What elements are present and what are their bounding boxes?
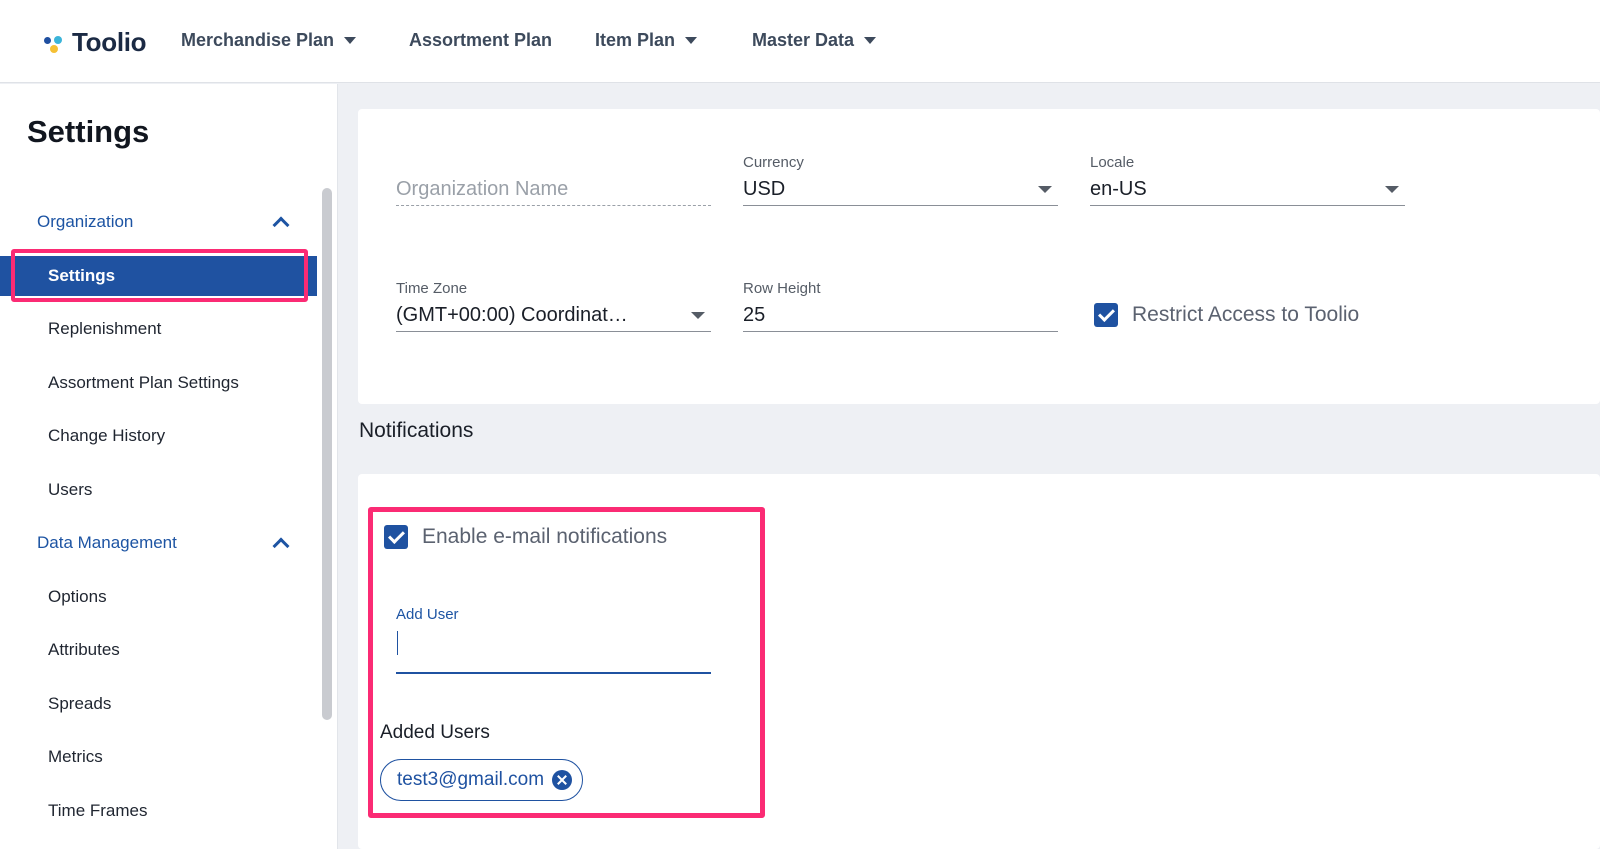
enable-email-notifications-checkbox[interactable]: Enable e-mail notifications	[384, 525, 667, 549]
sidebar-item-label: Options	[48, 587, 107, 606]
currency-label: Currency	[743, 154, 804, 171]
add-user-label: Add User	[396, 606, 459, 623]
time-zone-select[interactable]: Time Zone (GMT+00:00) Coordinat…	[396, 280, 711, 332]
organization-name-input[interactable]: Organization Name	[396, 174, 711, 206]
app-logo[interactable]: Toolio	[42, 27, 147, 58]
sidebar-item-settings[interactable]: Settings	[0, 256, 317, 296]
enable-email-label: Enable e-mail notifications	[422, 525, 668, 548]
user-chip[interactable]: test3@gmail.com	[380, 759, 584, 801]
row-height-label: Row Height	[743, 280, 821, 297]
restrict-access-checkbox[interactable]: Restrict Access to Toolio	[1094, 303, 1359, 327]
sidebar-title: Settings	[27, 114, 150, 149]
sidebar-item-spreads[interactable]: Spreads	[0, 684, 317, 724]
added-users-label: Added Users	[380, 722, 490, 743]
caret-down-icon	[691, 312, 705, 319]
sidebar-item-label: Spreads	[48, 694, 112, 713]
sidebar-item-options[interactable]: Options	[0, 577, 317, 617]
nav-item-plan-label: Item Plan	[595, 30, 676, 50]
sidebar-item-label: Assortment Plan Settings	[48, 373, 239, 392]
caret-down-icon	[1038, 186, 1052, 193]
nav-assortment-plan-label: Assortment Plan	[409, 30, 553, 50]
app-name: Toolio	[72, 27, 147, 57]
sidebar-item-attributes[interactable]: Attributes	[0, 630, 317, 670]
time-zone-value-box[interactable]: (GMT+00:00) Coordinat…	[396, 300, 711, 332]
sidebar-item-time-frames[interactable]: Time Frames	[0, 791, 317, 831]
row-height-value: 25	[743, 304, 766, 326]
sidebar-group-data-management[interactable]: Data Management	[37, 528, 297, 558]
time-zone-label: Time Zone	[396, 280, 468, 297]
remove-circle-icon[interactable]	[552, 770, 573, 790]
sidebar-scrollbar[interactable]	[322, 188, 332, 720]
sidebar-item-label: Time Frames	[48, 801, 148, 820]
sidebar-item-label: Replenishment	[48, 319, 162, 338]
sidebar-item-label: Attributes	[48, 640, 120, 659]
sidebar-item-assortment-plan-settings[interactable]: Assortment Plan Settings	[0, 363, 317, 403]
nav-item-plan[interactable]: Item Plan	[595, 30, 698, 51]
top-nav-bar: Toolio Merchandise Plan Assortment Plan …	[0, 0, 1600, 83]
text-cursor	[397, 631, 398, 655]
row-height-field[interactable]: Row Height 25	[743, 280, 1058, 332]
nav-assortment-plan[interactable]: Assortment Plan	[409, 30, 552, 51]
currency-select[interactable]: Currency USD	[743, 154, 1058, 206]
sidebar-item-replenishment[interactable]: Replenishment	[0, 309, 317, 349]
chevron-up-icon	[272, 216, 290, 234]
sidebar-item-metrics[interactable]: Metrics	[0, 737, 317, 777]
sidebar-item-label: Change History	[48, 426, 166, 445]
sidebar-group-organization[interactable]: Organization	[37, 207, 297, 237]
nav-merchandise-plan-label: Merchandise Plan	[181, 30, 335, 50]
user-chip-email: test3@gmail.com	[397, 769, 545, 790]
sidebar-item-change-history[interactable]: Change History	[0, 416, 317, 456]
currency-value: USD	[743, 178, 786, 200]
sidebar-group-label: Organization	[37, 212, 134, 231]
toolio-logo-icon	[42, 31, 66, 55]
sidebar-item-users[interactable]: Users	[0, 470, 317, 510]
add-user-input[interactable]	[396, 627, 711, 674]
locale-select[interactable]: Locale en-US	[1090, 154, 1405, 206]
chevron-up-icon	[272, 537, 290, 555]
caret-down-icon	[1385, 186, 1399, 193]
caret-down-icon	[685, 37, 698, 44]
locale-value: en-US	[1090, 178, 1147, 200]
caret-down-icon	[864, 37, 877, 44]
caret-down-icon	[344, 37, 357, 44]
locale-value-box[interactable]: en-US	[1090, 174, 1405, 206]
nav-master-data[interactable]: Master Data	[752, 30, 877, 51]
sidebar-item-label: Settings	[48, 266, 116, 285]
nav-merchandise-plan[interactable]: Merchandise Plan	[181, 30, 357, 51]
organization-name-field[interactable]: Organization Name	[396, 174, 711, 206]
currency-value-box[interactable]: USD	[743, 174, 1058, 206]
row-height-input[interactable]: 25	[743, 300, 1058, 332]
sidebar-item-label: Metrics	[48, 747, 103, 766]
sidebar-item-label: Users	[48, 480, 93, 499]
time-zone-value: (GMT+00:00) Coordinat…	[396, 304, 628, 326]
checkbox-checked-icon[interactable]	[384, 525, 408, 549]
notifications-section-title: Notifications	[359, 419, 474, 442]
sidebar: Settings	[0, 84, 338, 849]
sidebar-group-label: Data Management	[37, 533, 177, 552]
locale-label: Locale	[1090, 154, 1135, 171]
restrict-access-label: Restrict Access to Toolio	[1132, 303, 1360, 326]
checkbox-checked-icon[interactable]	[1094, 303, 1118, 327]
nav-master-data-label: Master Data	[752, 30, 855, 50]
